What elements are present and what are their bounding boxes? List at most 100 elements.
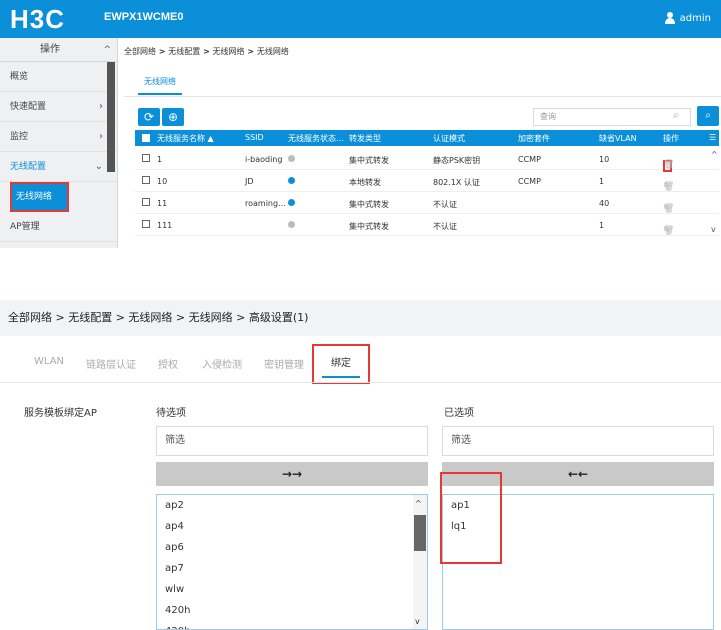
breadcrumb-item: 无线网络 (256, 47, 289, 56)
bottom-screenshot: 全部网络 > 无线配置 > 无线网络 > 无线网络 > 高级设置(1) WLAN… (0, 300, 721, 630)
sidebar-item-wireless-network[interactable]: 无线网络 (10, 182, 69, 212)
table-row[interactable]: 10 JD 本地转发 802.1X 认证 CCMP 1 ⋯ ✎ 🗑 (135, 170, 719, 192)
chevron-down-icon[interactable]: v (415, 617, 420, 626)
chevron-right-icon: › (99, 101, 103, 112)
table-row[interactable]: 1 i-baoding 集中式转发 静态PSK密钥 CCMP 10 ⋯ 🗑 (135, 148, 719, 172)
cell-auth: 不认证 (433, 200, 457, 209)
device-model: EWPX1WCME0 (104, 11, 184, 23)
column-header[interactable]: 无线服务状态... (288, 133, 344, 144)
delete-icon[interactable]: 🗑 (663, 160, 674, 170)
column-header[interactable]: 无线服务名称 ▲ (157, 133, 214, 144)
sidebar: 操作 ^ 概览 快速配置 › 监控 › 无线配置 ⌄ 无线网络 AP管理 (0, 38, 118, 248)
tab-authorization[interactable]: 授权 (158, 356, 178, 371)
table-row[interactable]: 11 roaming... 集中式转发 不认证 40 ⋯ ✎ 🗑 (135, 192, 719, 214)
sidebar-item-monitor[interactable]: 监控 › (0, 122, 117, 152)
list-item[interactable]: wlw (157, 579, 427, 600)
available-title: 待选项 (156, 408, 186, 419)
row-checkbox[interactable] (142, 176, 150, 184)
tab-wireless-network[interactable]: 无线网络 (138, 76, 182, 95)
tab-divider (124, 96, 721, 97)
search-icon: ⌕ (673, 110, 679, 121)
cell-name: 11 (157, 199, 168, 208)
cell-vlan: 1 (599, 221, 605, 230)
binding-label: 服务模板绑定AP (24, 408, 97, 419)
sidebar-item-ap-management[interactable]: AP管理 (0, 212, 117, 242)
tab-key-management[interactable]: 密钥管理 (264, 356, 304, 371)
cell-name: 111 (157, 221, 173, 230)
list-item[interactable]: 420h (157, 600, 427, 621)
table-scrollbar[interactable]: ^ v (711, 150, 719, 240)
scrollbar-thumb[interactable] (414, 515, 426, 551)
row-checkbox[interactable] (142, 220, 150, 228)
tab-intrusion-detection[interactable]: 入侵检测 (202, 356, 242, 371)
column-settings-icon[interactable]: ☰ (709, 133, 716, 142)
list-item[interactable]: ap6 (157, 537, 427, 558)
tab-wlan[interactable]: WLAN (34, 356, 64, 367)
cell-forward: 本地转发 (349, 178, 381, 187)
user-name: admin (679, 12, 711, 24)
cell-auth: 静态PSK密钥 (433, 156, 481, 165)
sidebar-item-label: 无线配置 (10, 162, 47, 172)
column-header[interactable]: 转发类型 (349, 133, 381, 144)
tab-link-auth[interactable]: 链路层认证 (86, 356, 136, 371)
refresh-button[interactable]: ⟳ (138, 108, 160, 126)
chevron-down-icon: ⌄ (94, 161, 103, 172)
sidebar-item-label: AP管理 (10, 222, 40, 232)
list-item[interactable]: ap4 (157, 516, 427, 537)
chevron-up-icon[interactable]: ^ (415, 499, 422, 508)
status-dot[interactable] (288, 177, 295, 184)
status-dot[interactable] (288, 155, 295, 162)
toolbar: ⟳ ⊕ (138, 108, 184, 126)
cell-cipher: CCMP (518, 177, 541, 186)
row-checkbox[interactable] (142, 198, 150, 206)
sidebar-item-wireless-config[interactable]: 无线配置 ⌄ (0, 152, 117, 182)
search-input[interactable]: 查询 (533, 108, 691, 126)
breadcrumb-item[interactable]: 无线配置 (168, 47, 200, 56)
collapse-icon[interactable]: ^ (103, 38, 111, 62)
selected-highlight (440, 472, 502, 564)
column-header[interactable]: 认证模式 (433, 133, 465, 144)
tab-binding-highlight: 绑定 (312, 344, 370, 384)
sidebar-item-label: 概览 (10, 72, 29, 82)
sidebar-item-label: 无线网络 (16, 192, 53, 202)
delete-icon[interactable]: 🗑 (663, 182, 674, 192)
table-row[interactable]: 111 集中式转发 不认证 1 ⋯ ✎ 🗑 (135, 214, 719, 236)
add-button[interactable]: ⊕ (162, 108, 184, 126)
list-item[interactable]: ap2 (157, 495, 427, 516)
list-item[interactable]: 420h (157, 621, 427, 629)
delete-icon[interactable]: 🗑 (663, 226, 674, 236)
tab-binding[interactable]: 绑定 (322, 350, 360, 378)
delete-icon[interactable]: 🗑 (663, 204, 674, 214)
available-filter-input[interactable]: 筛选 (156, 426, 428, 456)
select-all-checkbox[interactable] (142, 134, 150, 142)
chevron-up-icon[interactable]: ^ (711, 150, 718, 159)
chevron-down-icon[interactable]: v (711, 225, 716, 234)
sidebar-title: 操作 (40, 44, 60, 55)
list-scrollbar[interactable]: ^ v (413, 495, 427, 629)
user-menu[interactable]: admin (664, 12, 711, 24)
h3c-logo: H3C (10, 4, 66, 34)
selected-filter-input[interactable]: 筛选 (442, 426, 714, 456)
cell-forward: 集中式转发 (349, 200, 389, 209)
search-button[interactable]: ⌕ (697, 106, 719, 126)
column-header[interactable]: 缺省VLAN (599, 133, 637, 144)
cell-ssid: i-baoding (245, 155, 283, 164)
column-header[interactable]: SSID (245, 133, 264, 142)
header-bar: H3C EWPX1WCME0 admin (0, 0, 721, 38)
selected-title: 已选项 (444, 408, 474, 419)
breadcrumb-item[interactable]: 无线网络 (213, 47, 245, 56)
cell-forward: 集中式转发 (349, 222, 389, 231)
cell-vlan: 10 (599, 155, 610, 164)
sidebar-item-overview[interactable]: 概览 (0, 62, 117, 92)
sidebar-item-quick-config[interactable]: 快速配置 › (0, 92, 117, 122)
status-dot[interactable] (288, 221, 295, 228)
column-header[interactable]: 加密套件 (518, 133, 550, 144)
sidebar-header: 操作 ^ (0, 38, 117, 62)
breadcrumb-item[interactable]: 全部网络 (124, 47, 156, 56)
cell-auth: 802.1X 认证 (433, 178, 480, 187)
sidebar-scrollbar[interactable] (107, 62, 115, 172)
list-item[interactable]: ap7 (157, 558, 427, 579)
status-dot[interactable] (288, 199, 295, 206)
row-checkbox[interactable] (142, 154, 150, 162)
move-right-button[interactable]: →→ (156, 462, 428, 486)
